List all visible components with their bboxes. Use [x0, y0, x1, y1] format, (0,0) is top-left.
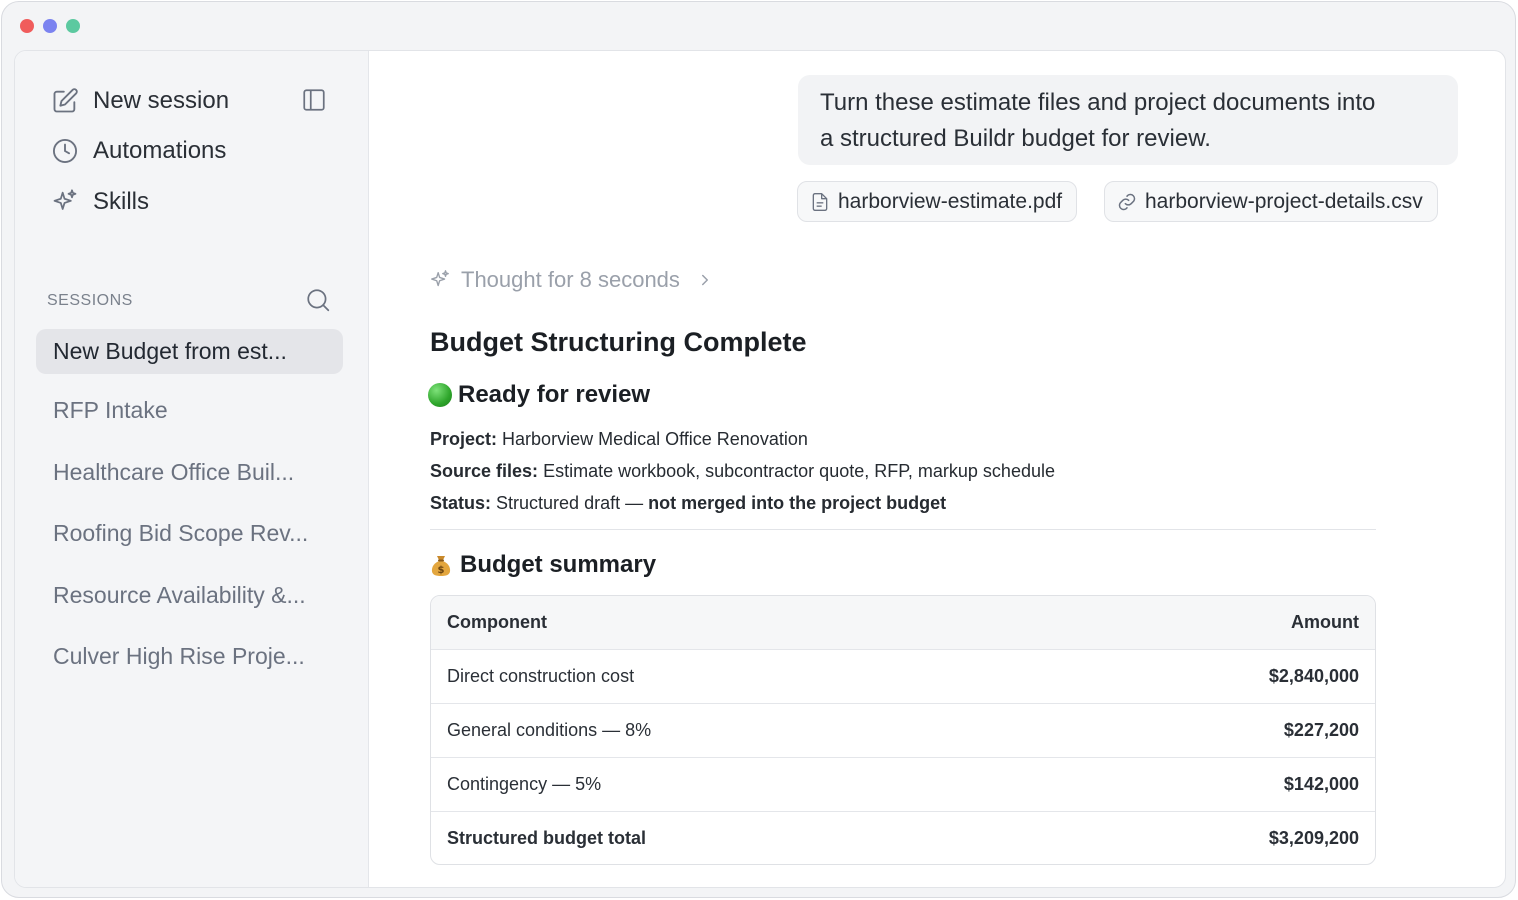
section-divider [430, 529, 1376, 530]
budget-summary-table: Component Amount Direct construction cos… [430, 595, 1376, 865]
session-item-label: Resource Availability &... [53, 582, 306, 608]
link-icon [1118, 193, 1136, 210]
status-heading-text: Ready for review [458, 381, 651, 408]
chevron-right-icon [701, 274, 708, 286]
component-cell: Contingency — 5% [447, 774, 602, 794]
session-item-resource-availability[interactable]: Resource Availability &... [36, 573, 343, 618]
search-icon[interactable] [305, 287, 331, 313]
column-header-component: Component [447, 612, 547, 632]
amount-cell: $2,840,000 [1268, 666, 1359, 686]
project-label: Project: [430, 429, 498, 449]
table-row: Contingency — 5% $142,000 [431, 757, 1375, 811]
app-window: New session Automations Skills SESSIONS … [1, 1, 1516, 898]
session-item-rfp-intake[interactable]: RFP Intake [36, 388, 343, 433]
close-window-button[interactable] [20, 19, 34, 33]
status-value-emphasis: not merged into the project budget [648, 493, 947, 513]
budget-summary-heading: $ Budget summary [430, 551, 656, 579]
component-cell: Direct construction cost [447, 666, 635, 686]
user-message-line: a structured Buildr budget for review. [820, 125, 1211, 152]
app-content: New session Automations Skills SESSIONS … [14, 50, 1506, 888]
attachment-chip-estimate[interactable]: harborview-estimate.pdf [797, 181, 1078, 222]
project-value: Harborview Medical Office Renovation [502, 429, 808, 449]
automations-nav-item[interactable]: Automations [51, 135, 226, 167]
sidebar-toggle-icon[interactable] [301, 87, 327, 113]
status-heading: Ready for review [428, 381, 650, 409]
attachment-name: harborview-project-details.csv [1145, 189, 1423, 213]
new-session-label: New session [93, 87, 230, 114]
svg-text:$: $ [438, 565, 445, 576]
thought-label: Thought for 8 seconds [461, 267, 680, 292]
session-item-label: Roofing Bid Scope Rev... [53, 520, 309, 546]
session-item-label: RFP Intake [53, 397, 168, 423]
user-message: Turn these estimate files and project do… [798, 75, 1458, 165]
source-files-label: Source files: [430, 461, 539, 481]
sessions-heading: SESSIONS [47, 292, 133, 309]
amount-cell: $3,209,200 [1268, 828, 1359, 848]
skills-label: Skills [93, 188, 150, 215]
session-item-new-budget[interactable]: New Budget from est... [36, 329, 343, 374]
column-header-amount: Amount [1291, 612, 1359, 632]
status-label: Status: [430, 493, 492, 513]
green-circle-icon [428, 383, 452, 407]
edit-icon [53, 88, 78, 113]
thought-toggle[interactable]: Thought for 8 seconds [429, 267, 714, 293]
budget-summary-heading-text: Budget summary [460, 551, 657, 578]
session-item-roofing-bid[interactable]: Roofing Bid Scope Rev... [36, 511, 343, 556]
attachment-name: harborview-estimate.pdf [838, 189, 1063, 213]
attachment-chip-project-details[interactable]: harborview-project-details.csv [1104, 181, 1438, 222]
response-title: Budget Structuring Complete [430, 327, 807, 357]
component-cell: Structured budget total [447, 828, 646, 848]
status-value: Structured draft — [496, 493, 644, 513]
clock-icon [52, 138, 78, 164]
source-files-line: Source files: Estimate workbook, subcont… [430, 461, 1055, 482]
session-item-label: Culver High Rise Proje... [53, 643, 305, 669]
session-item-label: New Budget from est... [53, 338, 287, 364]
status-line: Status: Structured draft — not merged in… [430, 493, 946, 514]
table-row: General conditions — 8% $227,200 [431, 703, 1375, 757]
amount-cell: $227,200 [1283, 720, 1359, 740]
sidebar: New session Automations Skills SESSIONS … [15, 51, 369, 887]
session-item-culver-high-rise[interactable]: Culver High Rise Proje... [36, 634, 343, 679]
maximize-window-button[interactable] [66, 19, 80, 33]
sparkle-icon [431, 270, 449, 287]
chat-panel: Turn these estimate files and project do… [370, 51, 1505, 887]
automations-label: Automations [93, 137, 227, 164]
session-item-healthcare-office[interactable]: Healthcare Office Buil... [36, 450, 343, 495]
table-header-row: Component Amount [431, 596, 1375, 649]
user-message-line: Turn these estimate files and project do… [820, 89, 1376, 116]
component-cell: General conditions — 8% [447, 720, 652, 740]
table-row: Direct construction cost $2,840,000 [431, 649, 1375, 703]
project-line: Project: Harborview Medical Office Renov… [430, 429, 808, 450]
new-session-button[interactable]: New session [51, 85, 229, 117]
skills-nav-item[interactable]: Skills [51, 186, 149, 218]
session-item-label: Healthcare Office Buil... [53, 459, 295, 485]
source-files-value: Estimate workbook, subcontractor quote, … [543, 461, 1055, 481]
sparkle-icon [53, 189, 77, 210]
window-controls [20, 19, 80, 33]
document-icon [812, 192, 828, 211]
amount-cell: $142,000 [1283, 774, 1359, 794]
minimize-window-button[interactable] [43, 19, 57, 33]
table-total-row: Structured budget total $3,209,200 [431, 811, 1375, 864]
money-bag-icon: $ [431, 556, 451, 576]
